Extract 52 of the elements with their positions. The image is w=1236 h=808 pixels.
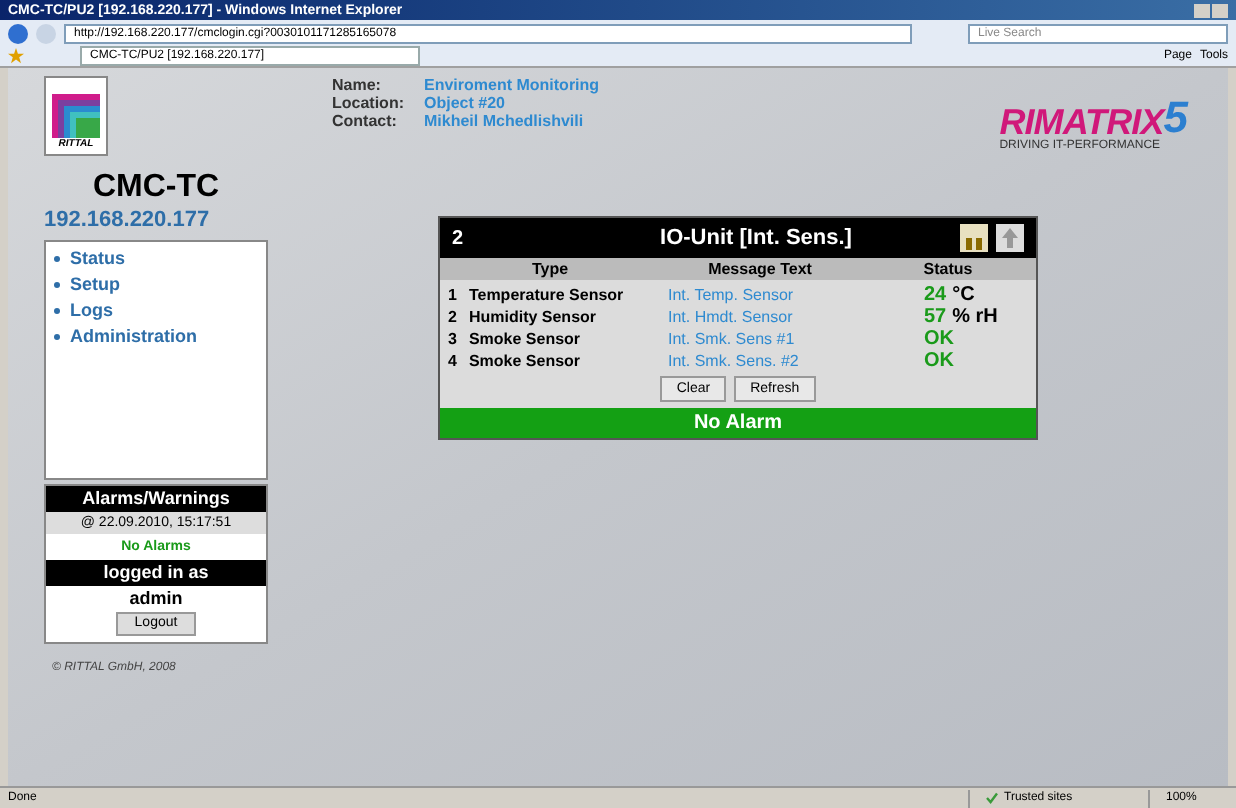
alarm-status-bar: No Alarm bbox=[440, 408, 1036, 438]
brand-digit: 5 bbox=[1163, 96, 1188, 140]
nav-link[interactable]: Administration bbox=[46, 323, 266, 350]
message-text: Int. Hmdt. Sensor bbox=[668, 306, 795, 328]
info-label: Name: bbox=[332, 76, 383, 94]
sensor-type: Humidity Sensor bbox=[468, 306, 597, 328]
status-unit: % rH bbox=[952, 306, 998, 328]
device-ip: 192.168.220.177 bbox=[44, 208, 212, 236]
column-header: Message Text bbox=[706, 258, 814, 280]
sensor-type: Temperature Sensor bbox=[468, 284, 624, 306]
nav-link[interactable]: Status bbox=[46, 245, 266, 272]
login-heading: logged in as bbox=[46, 559, 266, 586]
up-arrow-icon[interactable] bbox=[996, 224, 1024, 252]
status-unit: °C bbox=[952, 284, 975, 306]
info-label: Contact: bbox=[332, 112, 399, 130]
sensor-type: Smoke Sensor bbox=[468, 328, 581, 350]
panel-number: 2 bbox=[452, 225, 466, 253]
maximize-button[interactable] bbox=[1212, 3, 1228, 17]
bullet-icon bbox=[54, 281, 60, 288]
row-number: 2 bbox=[448, 306, 457, 328]
row-number: 1 bbox=[448, 284, 457, 306]
nav-link[interactable]: Logs bbox=[46, 297, 266, 324]
logo-icon bbox=[52, 94, 100, 138]
row-number: 3 bbox=[448, 328, 457, 350]
column-header: Status bbox=[921, 258, 975, 280]
device-name: CMC-TC bbox=[90, 168, 222, 208]
sensors-icon[interactable] bbox=[960, 224, 988, 252]
bullet-icon bbox=[54, 307, 60, 314]
star-icon[interactable] bbox=[8, 48, 24, 64]
info-value: Enviroment Monitoring bbox=[424, 76, 600, 94]
info-value: Mikheil Mchedlishvili bbox=[424, 112, 586, 130]
message-text: Int. Smk. Sens. #2 bbox=[668, 350, 801, 372]
minimize-button[interactable] bbox=[1194, 3, 1210, 17]
status-value: OK bbox=[924, 328, 954, 350]
info-label: Location: bbox=[332, 94, 404, 112]
nav-link[interactable]: Setup bbox=[46, 271, 266, 298]
alarms-heading: Alarms/Warnings bbox=[46, 485, 266, 512]
brand-name: RIMATRIX bbox=[999, 104, 1164, 140]
status-value: 57 bbox=[924, 306, 947, 328]
username: admin bbox=[127, 585, 185, 612]
bullet-icon bbox=[54, 255, 60, 262]
info-value: Object #20 bbox=[424, 94, 507, 112]
column-header: Type bbox=[529, 258, 571, 280]
checkmark-icon bbox=[986, 792, 998, 804]
row-number: 4 bbox=[448, 350, 457, 372]
status-value: OK bbox=[924, 350, 954, 372]
panel-title: IO-Unit [Int. Sens.] bbox=[658, 223, 854, 254]
bullet-icon bbox=[54, 333, 60, 340]
message-text: Int. Smk. Sens #1 bbox=[668, 328, 797, 350]
message-text: Int. Temp. Sensor bbox=[668, 284, 796, 306]
status-value: 24 bbox=[924, 284, 947, 306]
sensor-type: Smoke Sensor bbox=[468, 350, 581, 372]
